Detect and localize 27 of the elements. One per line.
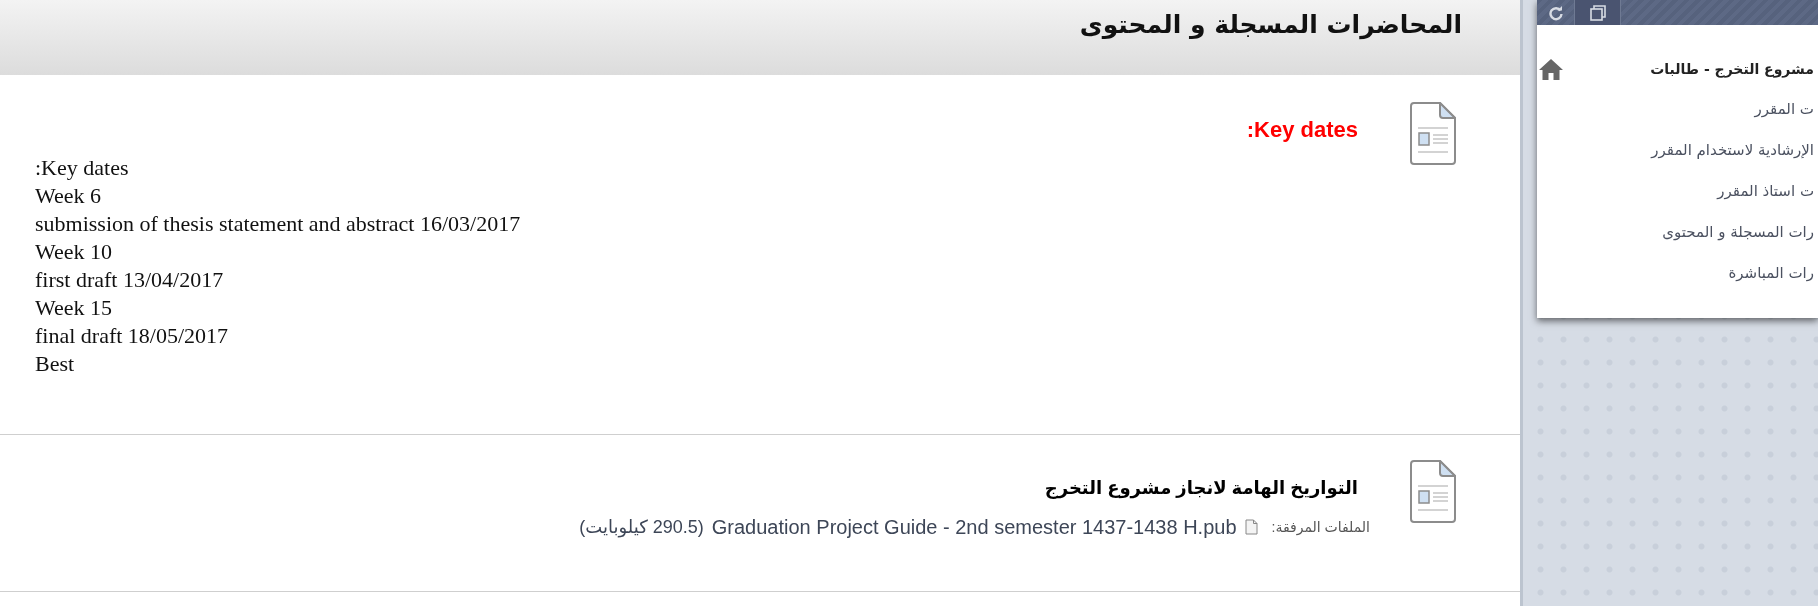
copy-button[interactable] xyxy=(1575,0,1621,25)
file-link[interactable]: Graduation Project Guide - 2nd semester 1437-1438 H.pub xyxy=(711,516,1237,538)
text-line: final draft 18/05/2017 xyxy=(35,322,229,350)
course-title-link[interactable]: مشروع التخرج - طالبات xyxy=(1650,58,1814,80)
page-title: المحاضرات المسجلة و المحتوى xyxy=(1079,9,1462,42)
document-icon xyxy=(1410,102,1456,165)
menu-link[interactable]: رات المباشرة xyxy=(1728,262,1814,284)
text-line: Best xyxy=(35,350,75,378)
menu-link[interactable]: ت المقرر xyxy=(1754,98,1814,120)
text-line: :Key dates xyxy=(35,154,129,182)
text-line: Week 6 xyxy=(35,182,102,210)
text-line: submission of thesis statement and abstract 16/03/2017 xyxy=(35,210,521,238)
copy-icon xyxy=(1589,4,1606,21)
text-line: Week 15 xyxy=(35,294,113,322)
menu-link[interactable]: رات المسجلة و المحتوى xyxy=(1662,221,1814,243)
menu-link[interactable]: الإرشادية لاستخدام المقرر xyxy=(1651,139,1814,161)
text-line: first draft 13/04/2017 xyxy=(35,266,224,294)
refresh-icon xyxy=(1547,4,1564,21)
text-line: Week 10 xyxy=(35,238,113,266)
file-size: (290.5 كيلوبايت) xyxy=(579,516,704,538)
file-icon xyxy=(1244,519,1258,535)
attachments-label: الملفات المرفقة: xyxy=(1271,518,1370,538)
home-icon[interactable] xyxy=(1539,58,1563,80)
document-icon xyxy=(1410,460,1456,523)
menu-link[interactable]: ت استاذ المقرر xyxy=(1717,180,1814,202)
item-title: التواريخ الهامة لانجاز مشروع التخرج xyxy=(1044,477,1359,500)
item-title: :Key dates xyxy=(1246,118,1359,142)
